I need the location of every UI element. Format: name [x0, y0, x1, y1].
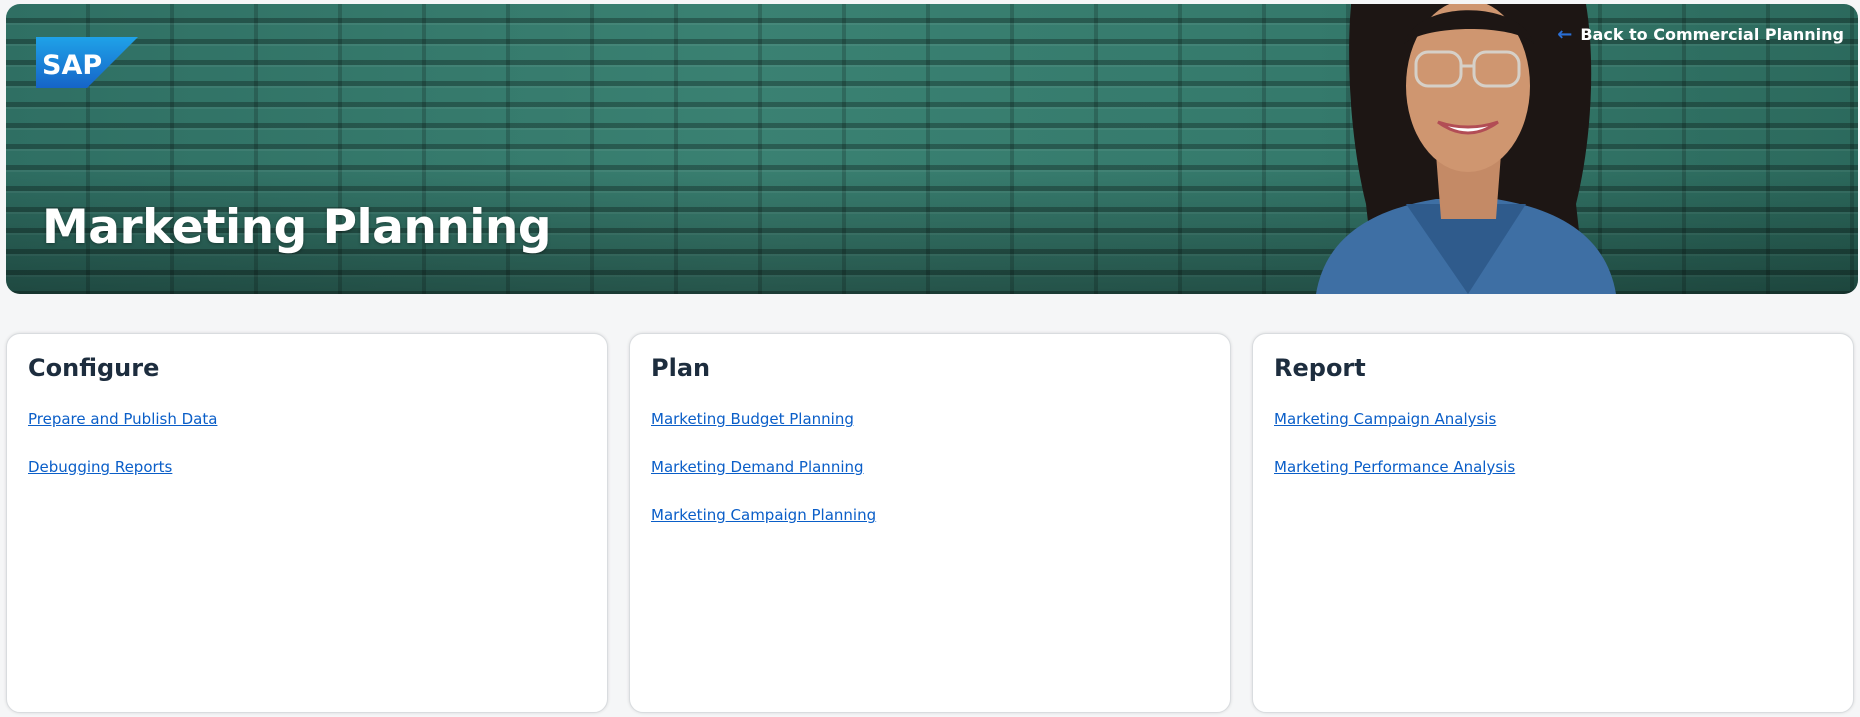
section-cards: Configure Prepare and Publish Data Debug… [6, 333, 1858, 715]
report-card: Report Marketing Campaign Analysis Marke… [1252, 333, 1854, 713]
list-item: Marketing Demand Planning [651, 458, 876, 506]
list-item: Debugging Reports [28, 458, 217, 506]
plan-card: Plan Marketing Budget Planning Marketing… [629, 333, 1231, 713]
card-title-configure: Configure [28, 354, 160, 382]
hero-banner: SAP Marketing Planning ← Back to Commerc… [6, 4, 1858, 294]
list-item: Marketing Campaign Planning [651, 506, 876, 554]
card-title-plan: Plan [651, 354, 711, 382]
list-item: Prepare and Publish Data [28, 410, 217, 458]
back-arrow-icon: ← [1557, 23, 1573, 45]
hero-person-image [1316, 4, 1616, 294]
link-marketing-budget-planning[interactable]: Marketing Budget Planning [651, 410, 854, 428]
configure-card: Configure Prepare and Publish Data Debug… [6, 333, 608, 713]
page-title: Marketing Planning [42, 200, 552, 255]
back-to-commercial-planning-link[interactable]: ← Back to Commercial Planning [1557, 25, 1844, 44]
link-prepare-and-publish-data[interactable]: Prepare and Publish Data [28, 410, 217, 428]
link-marketing-performance-analysis[interactable]: Marketing Performance Analysis [1274, 458, 1515, 476]
svg-text:SAP: SAP [42, 50, 102, 81]
list-item: Marketing Budget Planning [651, 410, 876, 458]
sap-logo: SAP [36, 37, 138, 88]
link-marketing-demand-planning[interactable]: Marketing Demand Planning [651, 458, 864, 476]
list-item: Marketing Performance Analysis [1274, 458, 1515, 506]
report-links: Marketing Campaign Analysis Marketing Pe… [1274, 410, 1515, 506]
list-item: Marketing Campaign Analysis [1274, 410, 1515, 458]
plan-links: Marketing Budget Planning Marketing Dema… [651, 410, 876, 554]
card-title-report: Report [1274, 354, 1366, 382]
configure-links: Prepare and Publish Data Debugging Repor… [28, 410, 217, 506]
link-debugging-reports[interactable]: Debugging Reports [28, 458, 172, 476]
link-marketing-campaign-analysis[interactable]: Marketing Campaign Analysis [1274, 410, 1496, 428]
back-link-label: Back to Commercial Planning [1580, 25, 1844, 44]
link-marketing-campaign-planning[interactable]: Marketing Campaign Planning [651, 506, 876, 524]
